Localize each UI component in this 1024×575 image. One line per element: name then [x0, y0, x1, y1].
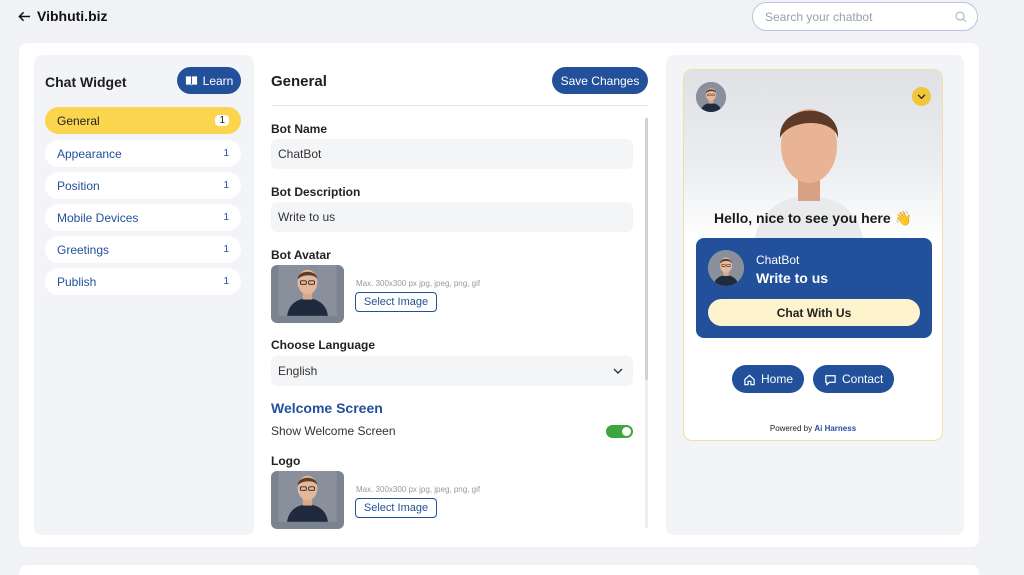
site-name: Vibhuti.biz: [37, 8, 108, 24]
logo-image: [271, 471, 344, 529]
back-arrow-icon: [18, 11, 31, 21]
greeting-text: Hello, nice to see you here 👋: [714, 210, 912, 226]
bot-avatar-label: Bot Avatar: [271, 248, 331, 262]
sidebar-item-general[interactable]: General 1: [45, 107, 241, 134]
select-logo-button[interactable]: Select Image: [355, 498, 437, 518]
save-changes-button[interactable]: Save Changes: [552, 67, 648, 94]
select-avatar-button[interactable]: Select Image: [355, 292, 437, 312]
sidebar: Chat Widget Learn General 1 Appearance 1…: [34, 55, 254, 535]
powered-brand-link[interactable]: Ai Harness: [814, 424, 856, 433]
home-label: Home: [761, 372, 794, 386]
top-bar: Vibhuti.biz: [0, 0, 1024, 40]
secondary-card: [19, 565, 979, 575]
chat-bubble-icon: [825, 374, 836, 386]
learn-label: Learn: [202, 73, 234, 88]
chat-card: ChatBot Write to us Chat With Us: [696, 238, 932, 338]
search-box: [752, 2, 978, 31]
sidebar-item-greetings[interactable]: Greetings 1: [45, 236, 241, 263]
chat-avatar: [708, 250, 744, 286]
sidebar-item-label: Publish: [57, 274, 97, 289]
back-link[interactable]: Vibhuti.biz: [18, 8, 108, 24]
book-icon: [185, 76, 197, 86]
chevron-down-icon: [613, 368, 623, 374]
search-input[interactable]: [753, 3, 933, 30]
bot-description-input[interactable]: [271, 202, 633, 232]
sidebar-item-count: 1: [215, 115, 229, 126]
show-welcome-label: Show Welcome Screen: [271, 424, 396, 438]
sidebar-item-appearance[interactable]: Appearance 1: [45, 140, 241, 167]
sidebar-item-label: Greetings: [57, 242, 110, 257]
avatar-hint: Max. 300x300 px jpg, jpeg, png, gif: [356, 279, 481, 288]
bot-avatar-image: [271, 265, 344, 323]
widget-avatar: [696, 82, 726, 112]
powered-by: Powered by Ai Harness: [684, 424, 942, 433]
powered-prefix: Powered by: [769, 424, 813, 433]
sidebar-item-label: General: [57, 113, 100, 128]
chat-with-us-button[interactable]: Chat With Us: [708, 299, 920, 326]
logo-label: Logo: [271, 454, 301, 468]
sidebar-item-mobile-devices[interactable]: Mobile Devices 1: [45, 204, 241, 231]
sidebar-item-count: 1: [223, 148, 229, 159]
sidebar-item-count: 1: [223, 244, 229, 255]
sidebar-item-count: 1: [223, 180, 229, 191]
sidebar-item-publish[interactable]: Publish 1: [45, 268, 241, 295]
toggle-knob: [622, 427, 631, 436]
widget-preview: Hello, nice to see you here 👋 ChatBot Wr…: [683, 69, 943, 441]
chat-bot-name: ChatBot: [756, 253, 800, 267]
scrollbar-thumb[interactable]: [645, 118, 648, 380]
language-select[interactable]: English: [271, 356, 633, 386]
chat-bot-description: Write to us: [756, 270, 829, 286]
sidebar-item-label: Mobile Devices: [57, 210, 139, 225]
welcome-screen-title: Welcome Screen: [271, 400, 383, 416]
chevron-down-icon: [917, 93, 926, 99]
sidebar-title: Chat Widget: [45, 74, 127, 90]
contact-button[interactable]: Contact: [813, 365, 895, 393]
panel-title: General: [271, 73, 327, 90]
bot-name-label: Bot Name: [271, 122, 328, 136]
language-label: Choose Language: [271, 338, 376, 352]
logo-hint: Max. 300x300 px jpg, jpeg, png, gif: [356, 485, 481, 494]
contact-label: Contact: [842, 372, 884, 386]
sidebar-item-label: Position: [57, 178, 100, 193]
sidebar-item-count: 1: [223, 212, 229, 223]
collapse-button[interactable]: [912, 87, 931, 106]
sidebar-item-label: Appearance: [57, 146, 122, 161]
language-value: English: [278, 364, 318, 378]
show-welcome-toggle[interactable]: [606, 425, 633, 438]
divider: [271, 105, 648, 106]
bot-name-input[interactable]: [271, 139, 633, 169]
home-icon: [744, 374, 755, 385]
home-button[interactable]: Home: [732, 365, 805, 393]
sidebar-item-count: 1: [223, 276, 229, 287]
learn-button[interactable]: Learn: [177, 67, 241, 94]
sidebar-item-position[interactable]: Position 1: [45, 172, 241, 199]
search-icon[interactable]: [955, 11, 967, 23]
bot-description-label: Bot Description: [271, 185, 361, 199]
